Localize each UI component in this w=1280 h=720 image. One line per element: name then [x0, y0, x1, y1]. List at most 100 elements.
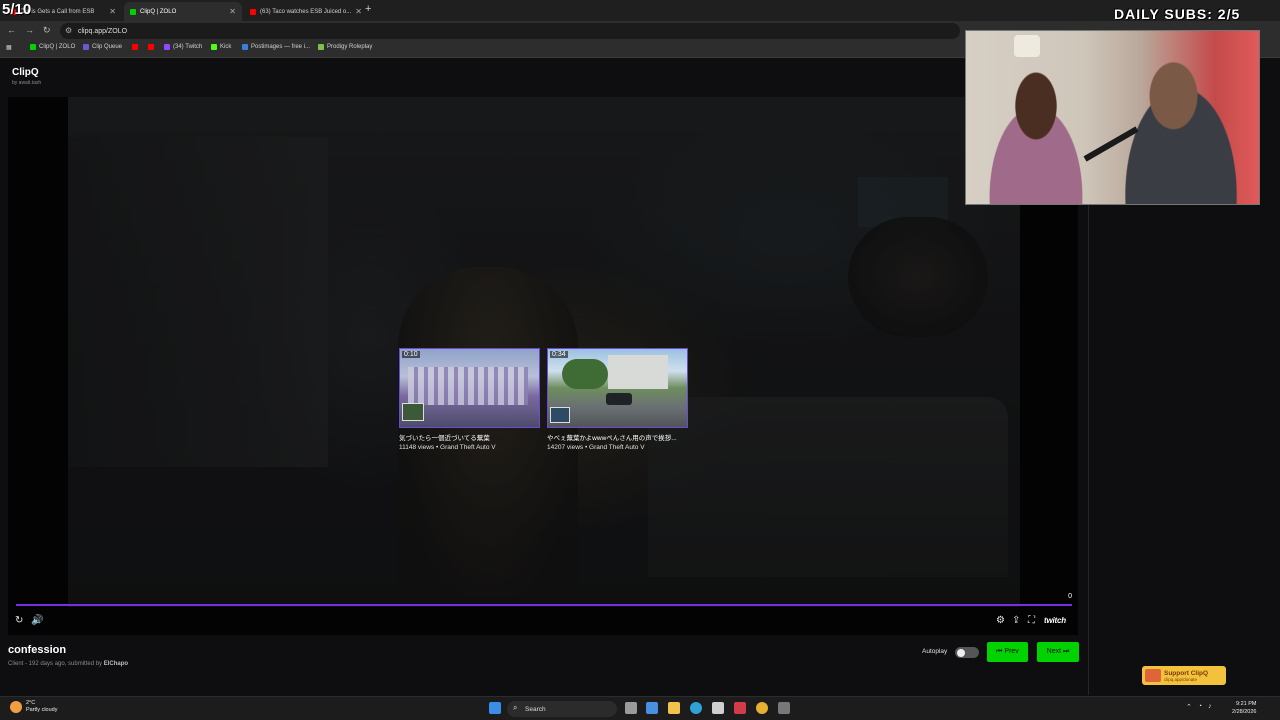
- edge-icon[interactable]: [690, 702, 702, 714]
- app-byline: by await.tash: [12, 80, 42, 86]
- new-tab-button[interactable]: +: [365, 3, 371, 15]
- progress-bar[interactable]: [16, 604, 1072, 606]
- replay-icon[interactable]: ↻: [15, 615, 23, 626]
- back-icon[interactable]: ←: [7, 25, 16, 35]
- reload-icon[interactable]: ↻: [43, 25, 51, 36]
- youtube-icon: [132, 44, 138, 50]
- weather-temp: 2°C: [26, 700, 36, 706]
- share-icon[interactable]: ⇪: [1012, 615, 1020, 626]
- file-explorer-icon[interactable]: [668, 702, 680, 714]
- site-info-icon[interactable]: ⚙: [65, 26, 72, 35]
- app-icon[interactable]: [734, 702, 746, 714]
- clip-title: confession: [8, 644, 67, 656]
- suggested-clip-title[interactable]: 気づいたら一個近づいてる蕪葉: [399, 432, 540, 442]
- postimages-icon: [242, 44, 248, 50]
- clock-date: 2/28/2026: [1232, 709, 1257, 715]
- bookmark-label: Clip Queue: [92, 44, 123, 50]
- clip-submitter: ElChapo: [103, 661, 129, 667]
- taskbar: 2°C Partly cloudy ⌕ Search ⌃ ◔ ♪ 9:21 PM…: [0, 696, 1280, 720]
- chevron-up-icon[interactable]: ⌃: [1186, 703, 1192, 711]
- bookmark-kick[interactable]: Kick: [211, 44, 231, 50]
- fullscreen-icon[interactable]: ⛶: [1028, 615, 1035, 626]
- close-icon[interactable]: ✕: [229, 7, 236, 16]
- volume-icon[interactable]: ♪: [1208, 703, 1212, 711]
- chrome-icon[interactable]: [756, 702, 768, 714]
- suggested-clip-thumbnail[interactable]: 0:10: [399, 348, 540, 428]
- url-text: clipq.app/ZOLO: [78, 27, 128, 35]
- autoplay-label: Autoplay: [922, 648, 948, 655]
- forward-icon[interactable]: →: [25, 25, 34, 35]
- search-icon: ⌕: [513, 703, 518, 712]
- wifi-icon[interactable]: ◔: [1198, 703, 1202, 711]
- browser-tab-2[interactable]: ClipQ | ZOLO ✕: [124, 2, 242, 21]
- app-name: ClipQ: [12, 67, 39, 78]
- bookmark-label: (34) Twitch: [173, 44, 203, 50]
- close-icon[interactable]: ✕: [355, 7, 362, 16]
- suggested-clip-title[interactable]: やべぇ蕪葉かよwwwぺんさん用の声で挨拶...: [547, 432, 688, 442]
- bookmark-label: Postimages — free i...: [251, 44, 311, 50]
- bookmark-icon: [30, 44, 36, 50]
- bookmark-youtube-2[interactable]: [148, 44, 154, 50]
- viewer-counter: 0: [1068, 593, 1072, 600]
- coffee-icon: [1145, 669, 1161, 682]
- weather-desc: Partly cloudy: [26, 707, 58, 713]
- support-title: Support ClipQ: [1164, 669, 1209, 677]
- youtube-icon: [148, 44, 154, 50]
- weather-icon: [10, 701, 22, 713]
- clip-duration: 0:34: [550, 351, 568, 358]
- weather-widget[interactable]: 2°C Partly cloudy: [10, 700, 58, 714]
- task-view-icon[interactable]: [625, 702, 637, 714]
- bookmark-youtube-1[interactable]: [132, 44, 138, 50]
- suggested-clip-meta: 14207 views • Grand Theft Auto V: [547, 444, 645, 451]
- bookmark-clipq[interactable]: ClipQ | ZOLO: [30, 44, 75, 50]
- tab-label: (63) Taco watches ESB Juiced o...: [260, 8, 352, 15]
- suggested-clip-1[interactable]: 0:10 気づいたら一個近づいてる蕪葉 11148 views • Grand …: [399, 348, 540, 451]
- bookmark-label: Prodigy Roleplay: [327, 44, 373, 50]
- stream-counter: 5/10: [2, 1, 32, 18]
- bookmark-twitch[interactable]: (34) Twitch: [164, 44, 202, 50]
- tab-label: ClipQ | ZOLO: [140, 8, 177, 15]
- twitch-icon: [164, 44, 170, 50]
- prev-button[interactable]: ⏮ Prev: [987, 642, 1028, 662]
- bookmark-clip-queue[interactable]: Clip Queue: [83, 44, 122, 50]
- kick-icon: [211, 44, 217, 50]
- browser-tab-strip: Curtis Gets a Call from ESB ✕ ClipQ | ZO…: [0, 0, 1280, 21]
- next-button[interactable]: Next ⏭: [1037, 642, 1079, 662]
- taskbar-clock[interactable]: 9:21 PM 2/28/2026: [1232, 700, 1256, 716]
- browser-tab-3[interactable]: (63) Taco watches ESB Juiced o... ✕: [244, 2, 362, 21]
- apps-icon[interactable]: ▦: [6, 44, 12, 51]
- bookmark-label: ClipQ | ZOLO: [39, 44, 76, 50]
- suggested-clip-meta: 11148 views • Grand Theft Auto V: [399, 444, 496, 451]
- suggested-clip-2[interactable]: 0:34 やべぇ蕪葉かよwwwぺんさん用の声で挨拶... 14207 views…: [547, 348, 688, 451]
- clip-duration: 0:10: [402, 351, 420, 358]
- clipq-icon: [130, 8, 136, 15]
- start-icon[interactable]: [489, 702, 501, 714]
- support-clipq-button[interactable]: Support ClipQ clipq.app/donate: [1142, 666, 1226, 685]
- taskbar-search[interactable]: ⌕ Search: [507, 701, 617, 717]
- clip-meta-text: Client - 192 days ago, submitted by: [8, 661, 103, 667]
- webcam-overlay: [965, 30, 1260, 205]
- bookmark-prodigy[interactable]: Prodigy Roleplay: [318, 44, 372, 50]
- bookmark-postimages[interactable]: Postimages — free i...: [242, 44, 310, 50]
- clip-meta: Client - 192 days ago, submitted by ElCh…: [8, 661, 128, 667]
- app-icon-2[interactable]: [778, 702, 790, 714]
- prodigy-icon: [318, 44, 324, 50]
- brand[interactable]: ClipQ by await.tash: [12, 67, 41, 86]
- bookmark-label: Kick: [220, 44, 232, 50]
- search-label: Search: [525, 705, 546, 713]
- system-tray[interactable]: ⌃ ◔ ♪: [1186, 703, 1212, 711]
- bookmark-icon: [83, 44, 89, 50]
- end-screen-overlay: [8, 97, 1078, 635]
- close-icon[interactable]: ✕: [109, 7, 116, 16]
- address-bar[interactable]: ⚙ clipq.app/ZOLO: [60, 23, 960, 39]
- store-icon[interactable]: [712, 702, 724, 714]
- clock-time: 9:21 PM: [1235, 701, 1257, 707]
- volume-icon[interactable]: 🔊: [31, 615, 43, 626]
- autoplay-toggle[interactable]: [955, 647, 979, 658]
- settings-icon[interactable]: ⚙: [996, 615, 1005, 626]
- suggested-clip-thumbnail[interactable]: 0:34: [547, 348, 688, 428]
- youtube-icon: [250, 8, 256, 15]
- video-player[interactable]: 0:10 気づいたら一個近づいてる蕪葉 11148 views • Grand …: [8, 97, 1078, 635]
- copilot-icon[interactable]: [646, 702, 658, 714]
- twitch-logo[interactable]: twitch: [1044, 616, 1066, 625]
